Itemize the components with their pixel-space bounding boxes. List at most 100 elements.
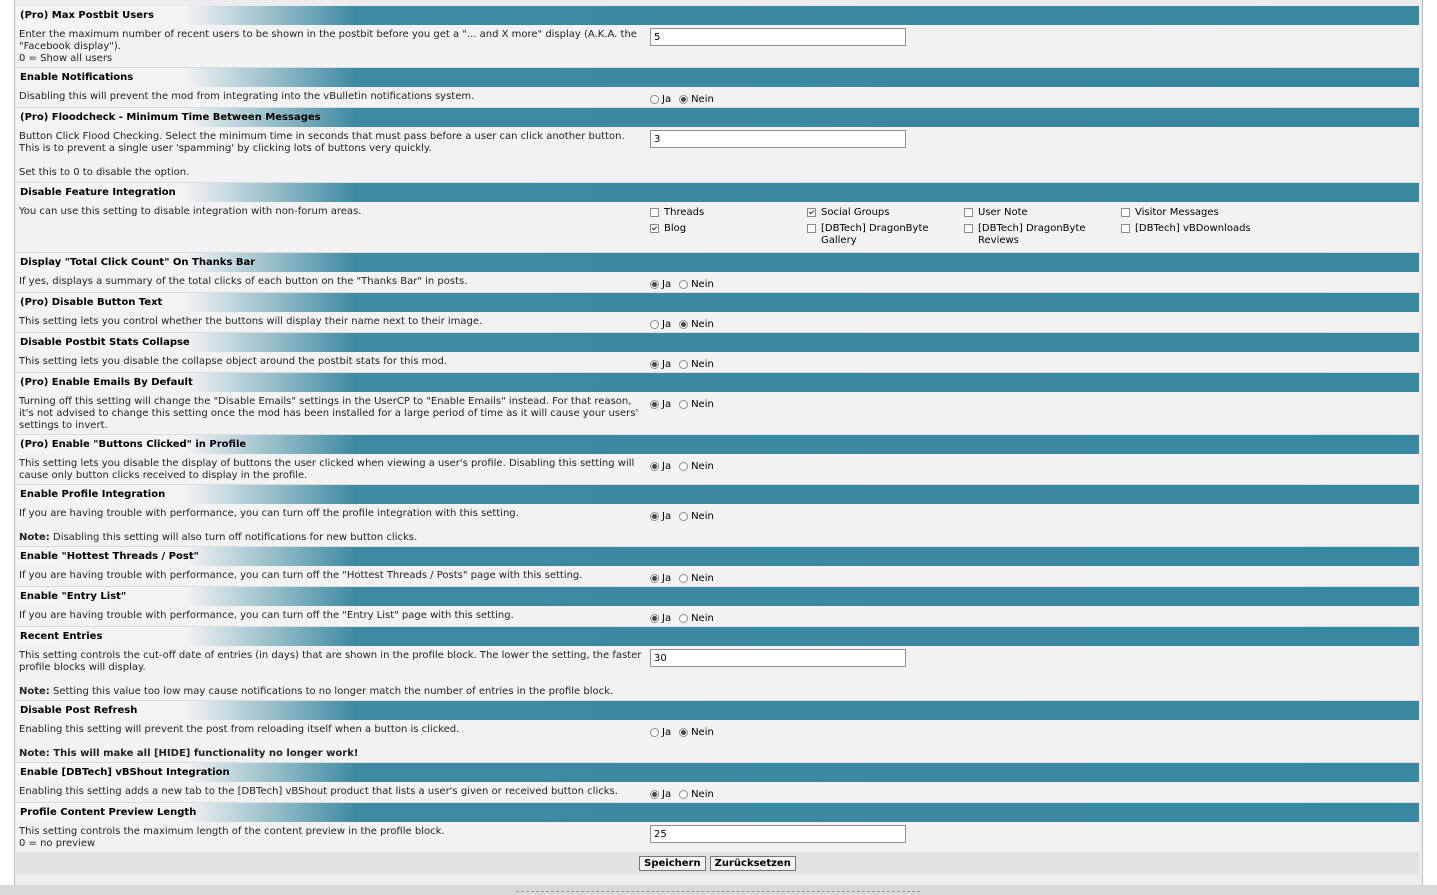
radio-label: Nein (691, 789, 714, 800)
radio-option-nein[interactable]: Nein (679, 92, 714, 106)
radio-ja[interactable] (650, 359, 659, 369)
checkbox[interactable] (964, 208, 973, 217)
radio-option-nein[interactable]: Nein (679, 357, 714, 371)
checkbox-option[interactable]: Threads (650, 207, 807, 219)
save-button[interactable]: Speichern (639, 856, 706, 871)
radio-label: Ja (662, 399, 672, 410)
radio-ja[interactable] (650, 511, 659, 521)
checkbox[interactable] (807, 208, 816, 217)
setting-row: You can use this setting to disable inte… (16, 202, 1419, 253)
recent-entries-input[interactable] (650, 649, 906, 667)
reset-button[interactable]: Zurücksetzen (709, 856, 796, 871)
radio-nein[interactable] (679, 461, 689, 471)
radio-ja[interactable] (650, 94, 659, 104)
radio-nein[interactable] (679, 727, 689, 737)
radio-nein[interactable] (679, 511, 689, 521)
checkbox[interactable] (650, 224, 659, 233)
checkbox-label: [DBTech] DragonByte Gallery (821, 223, 929, 246)
description-text: If yes, displays a summary of the total … (19, 276, 468, 287)
checkbox-label: Blog (664, 223, 687, 234)
radio-nein[interactable] (679, 359, 689, 369)
checkbox[interactable] (650, 208, 659, 217)
setting-row: Enabling this setting will prevent the p… (16, 720, 1419, 763)
max-postbit-users-input[interactable] (650, 28, 906, 46)
checkbox-option[interactable]: [DBTech] DragonByte Gallery (807, 223, 964, 247)
radio-ja[interactable] (650, 399, 659, 409)
radio-ja[interactable] (650, 319, 659, 329)
description-extra: 0 = no preview (19, 838, 96, 849)
radio-label: Nein (691, 319, 714, 330)
setting-control (650, 649, 906, 667)
description-text: This setting controls the cut-off date o… (19, 650, 642, 673)
radio-option-nein[interactable]: Nein (679, 611, 714, 625)
radio-option-ja[interactable]: Ja (650, 277, 671, 291)
checkbox[interactable] (1121, 224, 1130, 233)
radio-option-nein[interactable]: Nein (679, 787, 714, 801)
radio-option-ja[interactable]: Ja (650, 787, 671, 801)
radio-option-ja[interactable]: Ja (650, 357, 671, 371)
radio-group: Ja Nein (650, 509, 722, 523)
checkbox-option[interactable]: [DBTech] vBDownloads (1121, 223, 1278, 247)
description-text: If you are having trouble with performan… (19, 610, 514, 621)
setting-header: (Pro) Enable "Buttons Clicked" in Profil… (16, 435, 1419, 454)
checkbox-option[interactable]: [DBTech] DragonByte Reviews (964, 223, 1121, 247)
checkbox-option[interactable]: User Note (964, 207, 1121, 219)
radio-label: Nein (691, 279, 714, 290)
checkbox-option[interactable]: Blog (650, 223, 807, 247)
radio-option-ja[interactable]: Ja (650, 725, 671, 739)
radio-option-ja[interactable]: Ja (650, 571, 671, 585)
description-text: Enabling this setting adds a new tab to … (19, 786, 618, 797)
radio-label: Ja (662, 613, 672, 624)
checkbox[interactable] (807, 224, 816, 233)
radio-option-nein[interactable]: Nein (679, 317, 714, 331)
radio-nein[interactable] (679, 279, 689, 289)
checkbox-label: Threads (664, 207, 705, 218)
radio-group: Ja Nein (650, 317, 722, 331)
radio-label: Nein (691, 399, 714, 410)
radio-nein[interactable] (679, 94, 689, 104)
checkbox-grid: Threads Social Groups User Note Visitor … (650, 207, 1278, 247)
description-text: Enter the maximum number of recent users… (19, 29, 637, 52)
radio-nein[interactable] (679, 613, 689, 623)
setting-row: This setting lets you disable the displa… (16, 454, 1419, 485)
radio-nein[interactable] (679, 573, 689, 583)
radio-group: Ja Nein (650, 397, 722, 411)
checkbox[interactable] (964, 224, 973, 233)
radio-nein[interactable] (679, 319, 689, 329)
radio-nein[interactable] (679, 789, 689, 799)
radio-option-nein[interactable]: Nein (679, 459, 714, 473)
setting-description: Enabling this setting adds a new tab to … (19, 786, 643, 798)
radio-option-ja[interactable]: Ja (650, 459, 671, 473)
floodcheck-input[interactable] (650, 130, 906, 148)
radio-ja[interactable] (650, 461, 659, 471)
radio-option-ja[interactable]: Ja (650, 509, 671, 523)
radio-option-nein[interactable]: Nein (679, 725, 714, 739)
radio-label: Ja (662, 573, 672, 584)
checkbox-option[interactable]: Social Groups (807, 207, 964, 219)
preview-length-input[interactable] (650, 825, 906, 843)
radio-option-nein[interactable]: Nein (679, 397, 714, 411)
radio-label: Ja (662, 279, 672, 290)
radio-label: Nein (691, 359, 714, 370)
setting-header: Enable Profile Integration (16, 485, 1419, 504)
radio-ja[interactable] (650, 279, 659, 289)
radio-option-nein[interactable]: Nein (679, 571, 714, 585)
radio-option-nein[interactable]: Nein (679, 509, 714, 523)
radio-ja[interactable] (650, 789, 659, 799)
radio-option-nein[interactable]: Nein (679, 277, 714, 291)
setting-header: (Pro) Max Postbit Users (16, 6, 1419, 25)
radio-ja[interactable] (650, 727, 659, 737)
description-note: Note: This will make all [HIDE] function… (19, 748, 643, 760)
setting-header: Display "Total Click Count" On Thanks Ba… (16, 253, 1419, 272)
checkbox[interactable] (1121, 208, 1130, 217)
radio-group: Ja Nein (650, 787, 722, 801)
radio-ja[interactable] (650, 573, 659, 583)
radio-ja[interactable] (650, 613, 659, 623)
setting-description: Turning off this setting will change the… (19, 396, 643, 432)
checkbox-option[interactable]: Visitor Messages (1121, 207, 1278, 219)
radio-option-ja[interactable]: Ja (650, 92, 671, 106)
radio-option-ja[interactable]: Ja (650, 611, 671, 625)
radio-option-ja[interactable]: Ja (650, 317, 671, 331)
radio-nein[interactable] (679, 399, 689, 409)
radio-option-ja[interactable]: Ja (650, 397, 671, 411)
